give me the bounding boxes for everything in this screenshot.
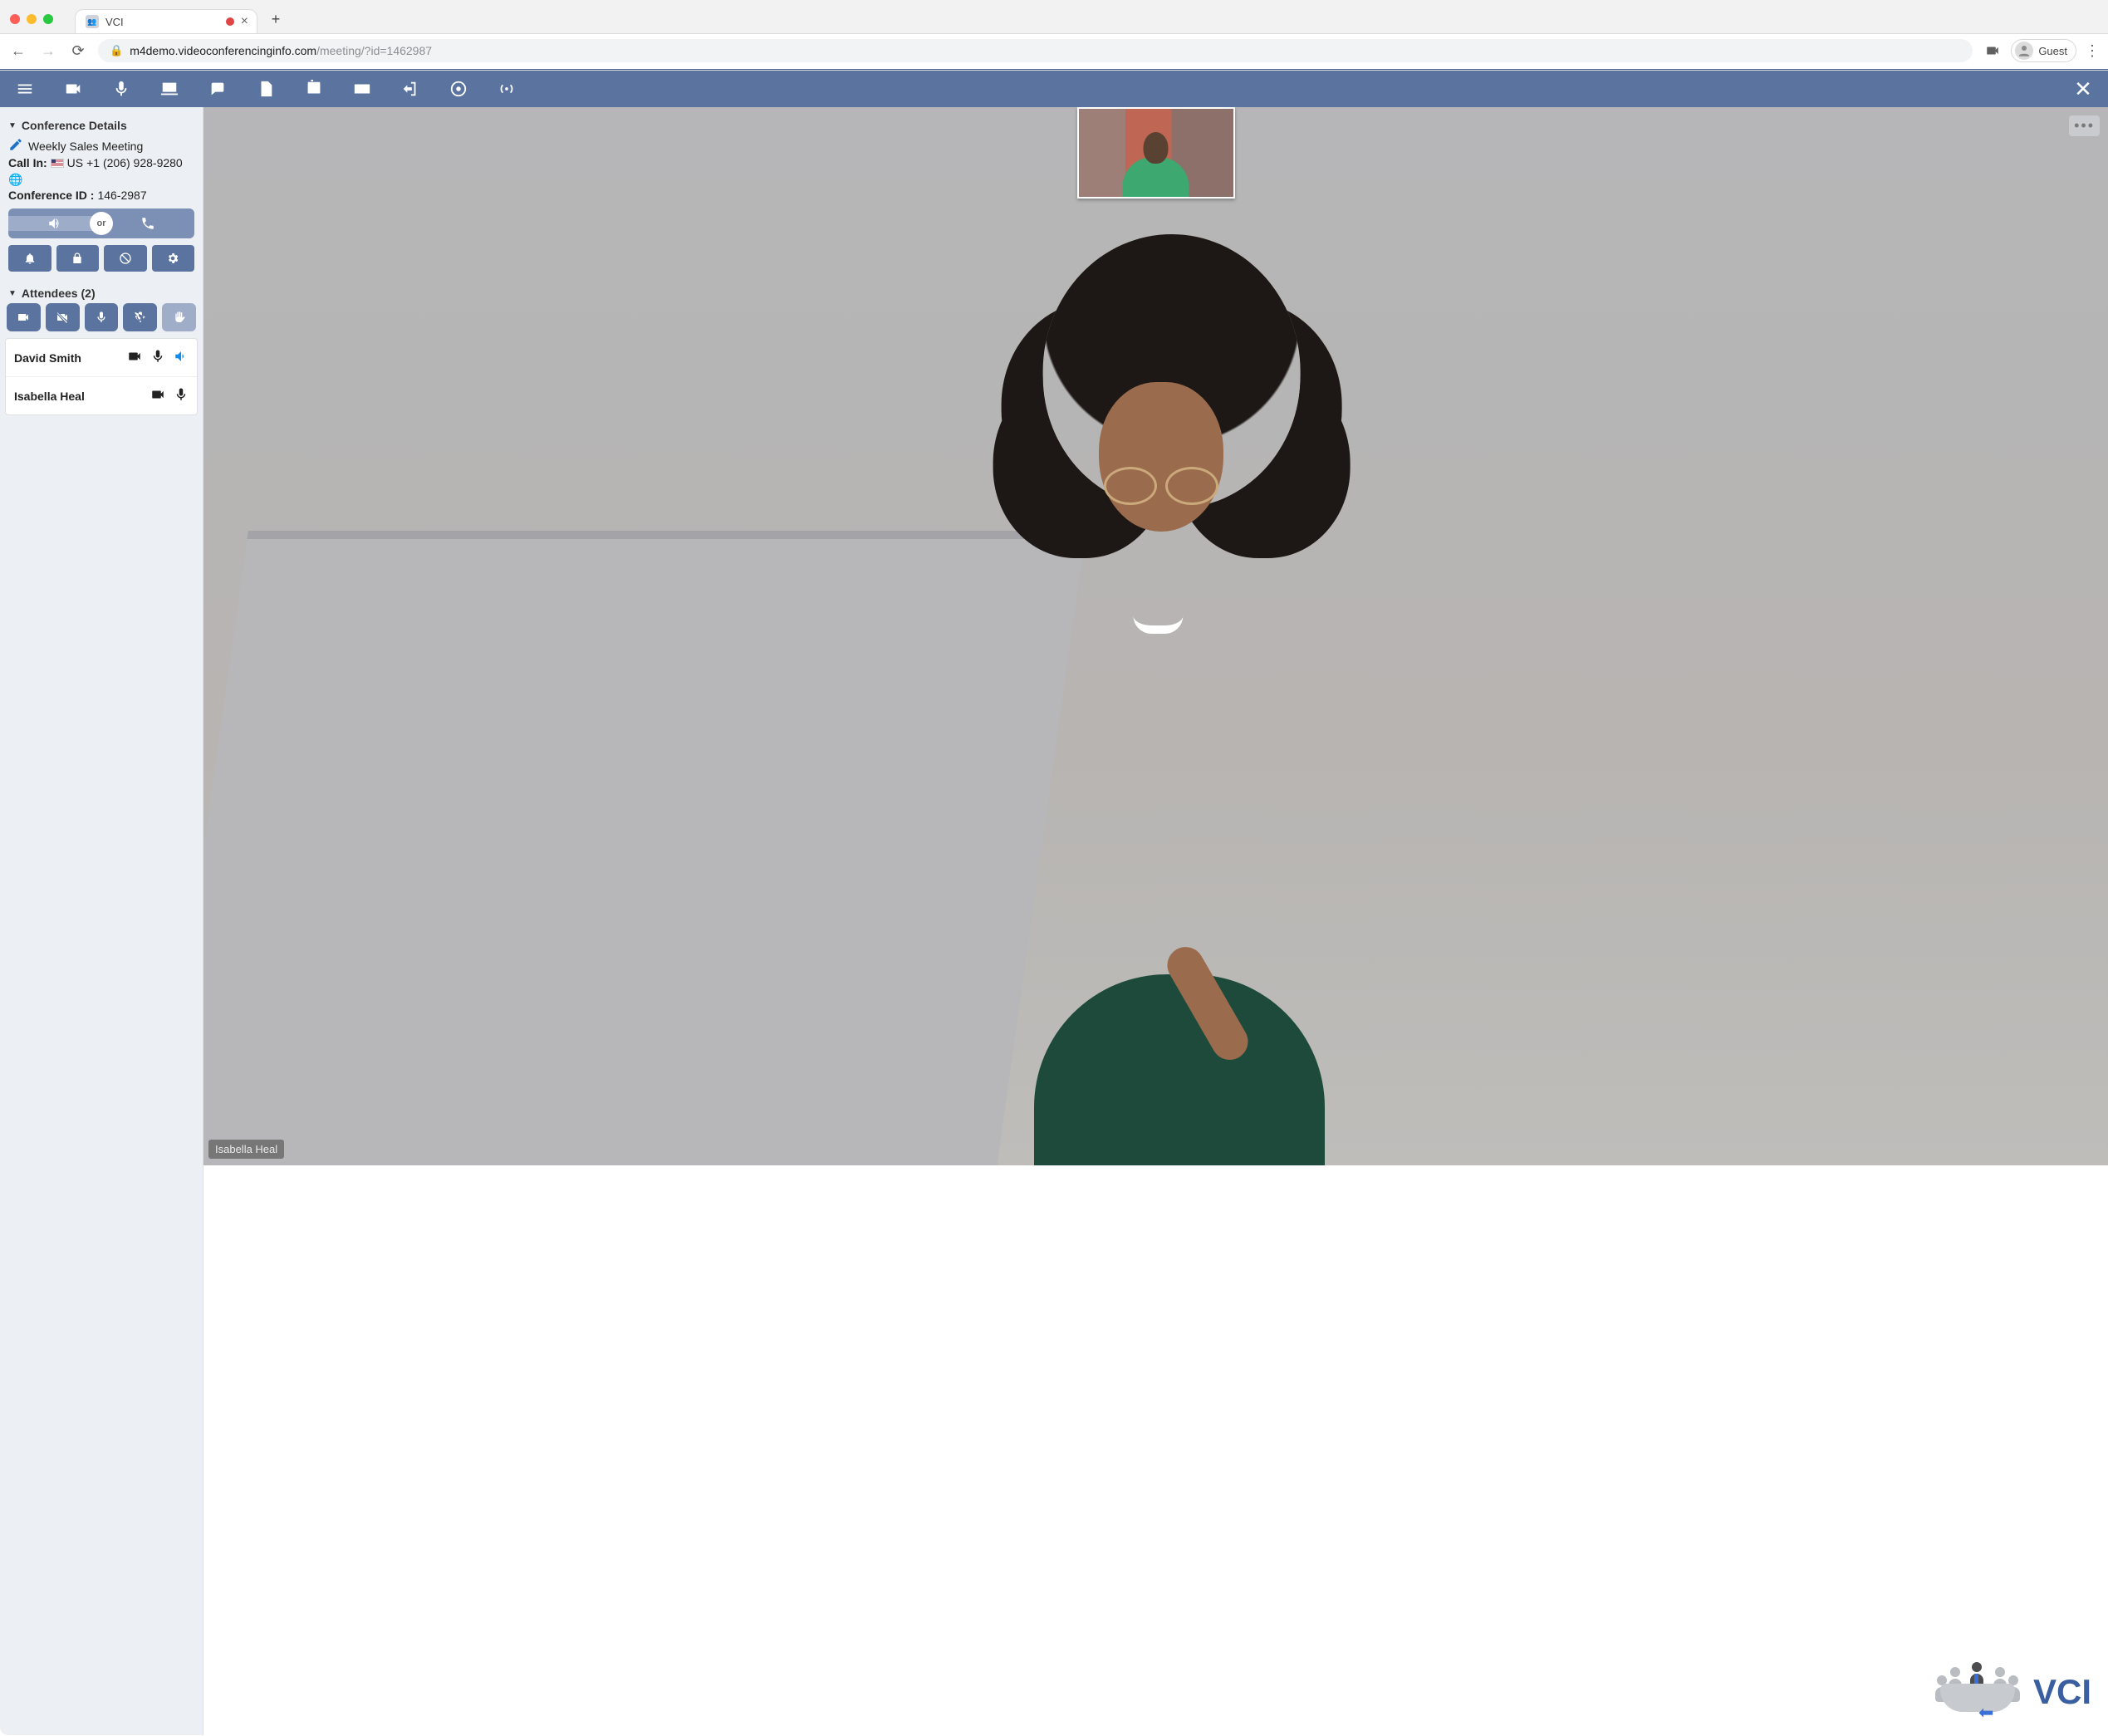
media-button[interactable] (297, 76, 331, 102)
chevron-down-icon: ▼ (8, 289, 17, 298)
audio-mode-toggle[interactable]: or (8, 208, 194, 238)
window-maximize-icon[interactable] (43, 14, 53, 24)
block-button[interactable] (104, 245, 147, 272)
camera-indicator-icon[interactable] (1983, 41, 2003, 61)
notes-button[interactable] (249, 76, 282, 102)
edit-icon[interactable] (8, 137, 23, 154)
record-button[interactable] (442, 76, 475, 102)
favicon-icon: 👥 (86, 15, 99, 28)
nav-forward-button: → (38, 41, 58, 61)
sidebar: ▼ Conference Details Weekly Sales Meetin… (0, 107, 203, 1735)
menu-button[interactable] (8, 76, 42, 102)
profile-chip[interactable]: Guest (2011, 39, 2076, 62)
brand-text: VCI (2033, 1672, 2091, 1712)
address-bar[interactable]: 🔒 m4demo.videoconferencinginfo.com/meeti… (98, 39, 1973, 62)
microphone-button[interactable] (105, 76, 138, 102)
profile-label: Guest (2038, 45, 2067, 57)
camera-icon (150, 387, 165, 405)
new-tab-button[interactable]: + (264, 7, 287, 31)
meeting-name[interactable]: Weekly Sales Meeting (8, 137, 194, 154)
notify-button[interactable] (8, 245, 51, 272)
raise-hand-button[interactable] (162, 303, 196, 331)
attendee-row[interactable]: Isabella Heal (6, 377, 197, 414)
conference-details-header[interactable]: ▼ Conference Details (5, 112, 198, 135)
settings-button[interactable] (152, 245, 195, 272)
chevron-down-icon: ▼ (8, 121, 17, 130)
tab-title: VCI (105, 16, 219, 28)
url-path: /meeting/?id=1462987 (316, 44, 432, 57)
toggle-or-label: or (90, 212, 113, 235)
mic-icon (174, 387, 189, 405)
lock-icon: 🔒 (110, 44, 123, 57)
close-app-button[interactable]: ✕ (2066, 76, 2100, 102)
screen-share-button[interactable] (153, 76, 186, 102)
main-video[interactable]: ••• Isabella Heal (203, 107, 2108, 1165)
video-stage: David Smith ••• Isabella Heal (203, 107, 2108, 1735)
url-host: m4demo.videoconferencinginfo.com (130, 44, 316, 57)
all-camera-on-button[interactable] (7, 303, 41, 331)
nav-reload-button[interactable]: ⟳ (68, 41, 88, 61)
all-camera-off-button[interactable] (46, 303, 80, 331)
tab-close-button[interactable]: × (241, 15, 248, 28)
brand-mark-icon: ⬅ (1932, 1659, 2023, 1725)
camera-icon (127, 349, 142, 366)
nav-back-button[interactable]: ← (8, 41, 28, 61)
main-scene (203, 107, 2108, 1165)
broadcast-button[interactable] (490, 76, 523, 102)
pip-video[interactable]: David Smith (1077, 107, 1235, 199)
window-controls[interactable] (0, 14, 63, 24)
audio-phone-option[interactable] (101, 216, 194, 231)
attendee-row[interactable]: David Smith (6, 339, 197, 377)
speaker-icon (174, 349, 189, 366)
lock-button[interactable] (56, 245, 100, 272)
invite-button[interactable] (346, 76, 379, 102)
pip-scene (1079, 109, 1233, 197)
audio-computer-option[interactable] (8, 216, 101, 231)
attendees-header[interactable]: ▼ Attendees (2) (5, 280, 198, 303)
all-mic-on-button[interactable] (85, 303, 119, 331)
video-button[interactable] (56, 76, 90, 102)
app-toolbar: ✕ (0, 71, 2108, 107)
window-close-icon[interactable] (10, 14, 20, 24)
browser-tab[interactable]: 👥 VCI × (75, 9, 257, 33)
browser-menu-button[interactable]: ⋮ (2085, 42, 2100, 60)
mic-icon (150, 349, 165, 366)
leave-button[interactable] (394, 76, 427, 102)
window-minimize-icon[interactable] (27, 14, 37, 24)
all-mic-off-button[interactable] (123, 303, 157, 331)
brand-logo: ⬅ VCI (1932, 1659, 2091, 1725)
recording-indicator-icon (226, 17, 234, 26)
conference-id-row: Conference ID : 146-2987 (8, 189, 194, 202)
flag-us-icon (51, 159, 64, 168)
chat-button[interactable] (201, 76, 234, 102)
call-in-row: Call In: US +1 (206) 928-9280 🌐 (8, 156, 194, 187)
video-options-button[interactable]: ••• (2069, 115, 2100, 136)
avatar-icon (2015, 42, 2033, 60)
globe-icon[interactable]: 🌐 (8, 173, 22, 187)
main-name-label: Isabella Heal (208, 1140, 284, 1159)
